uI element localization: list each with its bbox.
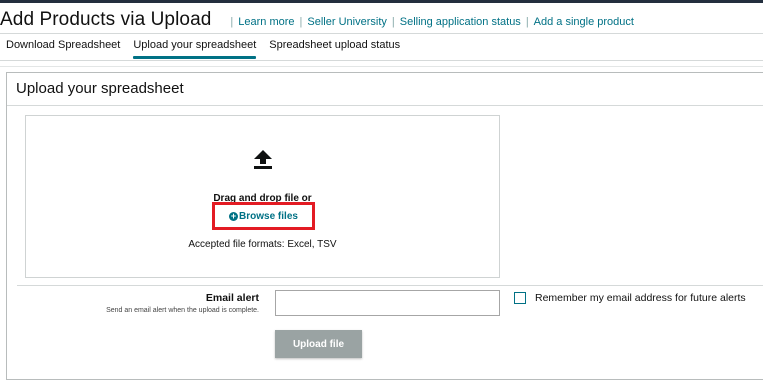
tab-download-spreadsheet[interactable]: Download Spreadsheet [6,39,120,57]
add-single-product-link[interactable]: Add a single product [534,16,634,28]
remember-email-option[interactable]: Remember my email address for future ale… [514,292,746,304]
email-alert-label: Email alert [205,292,259,304]
upload-arrow-icon [254,150,272,169]
email-alert-help: Send an email alert when the upload is c… [106,307,259,314]
page-title: Add Products via Upload [0,9,212,30]
remember-email-label: Remember my email address for future ale… [535,292,746,304]
content-divider [0,66,763,67]
tab-spreadsheet-upload-status[interactable]: Spreadsheet upload status [269,39,400,57]
browse-highlight-box: + Browse files [212,202,315,230]
browse-files-label: Browse files [239,211,298,222]
plus-circle-icon: + [229,211,239,221]
learn-more-link[interactable]: Learn more [238,16,294,28]
panel-title: Upload your spreadsheet [16,80,184,97]
accepted-formats-text: Accepted file formats: Excel, TSV [188,239,337,250]
page-header: Add Products via Upload | Learn more | S… [0,9,634,35]
header-divider [0,33,763,34]
section-divider [17,285,763,286]
upload-file-button[interactable]: Upload file [275,330,362,358]
top-bar [0,0,763,3]
file-dropzone[interactable]: Drag and drop file or + Browse files Acc… [25,115,500,278]
panel-title-divider [7,105,763,106]
browse-files-button[interactable]: + Browse files [215,211,312,222]
tabs-divider [0,60,763,61]
seller-university-link[interactable]: Seller University [307,16,386,28]
tab-bar: Download Spreadsheet Upload your spreads… [6,39,413,59]
upload-panel: Upload your spreadsheet Drag and drop fi… [6,72,763,380]
email-field[interactable] [275,290,500,316]
header-links: | Learn more | Seller University | Selli… [230,16,634,28]
tab-upload-spreadsheet[interactable]: Upload your spreadsheet [133,39,256,59]
remember-email-checkbox[interactable] [514,292,526,304]
selling-application-status-link[interactable]: Selling application status [400,16,521,28]
